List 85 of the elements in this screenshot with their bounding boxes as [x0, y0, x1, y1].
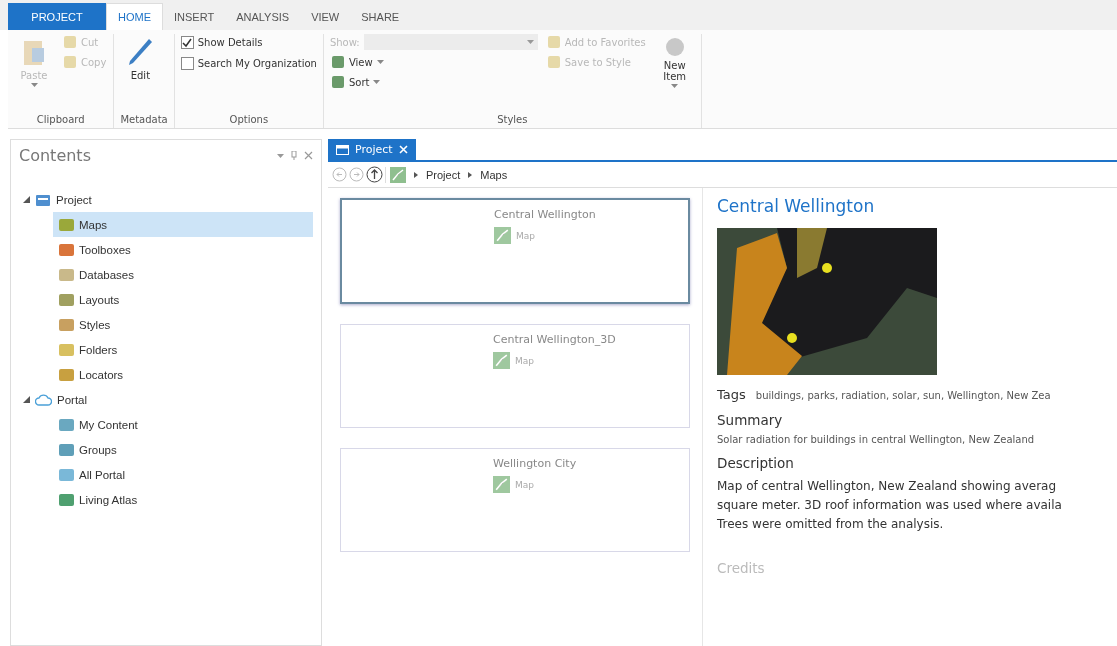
- pane-title: Contents: [19, 146, 91, 165]
- caret-icon: [526, 40, 534, 44]
- tool-icon: [63, 35, 77, 49]
- tool-icon: [63, 55, 77, 69]
- ribbon-button[interactable]: Sort: [329, 74, 538, 90]
- cloud-icon: [35, 392, 52, 407]
- tree-item[interactable]: Folders: [53, 337, 313, 362]
- ribbon-large-button[interactable]: Edit: [120, 34, 161, 83]
- group-label: Metadata: [120, 114, 168, 127]
- pin-icon[interactable]: [291, 151, 297, 160]
- chevron-icon: [468, 171, 473, 178]
- item-name: Central Wellington_3D: [493, 333, 617, 346]
- dropdown-label: Show:: [329, 36, 360, 48]
- description-line: square meter. 3D roof information was used where availa: [717, 497, 1063, 514]
- checkbox-label: Show Details: [197, 37, 263, 48]
- checkbox[interactable]: [180, 36, 194, 49]
- ribbon-button[interactable]: View: [329, 54, 538, 70]
- tool-icon: [330, 55, 345, 69]
- tree-item[interactable]: All Portal: [53, 462, 313, 487]
- breadcrumb-item[interactable]: Project: [426, 168, 461, 181]
- item-type: Map: [515, 479, 534, 490]
- caret-icon: [376, 60, 384, 64]
- item-type: Map: [516, 230, 535, 241]
- tree-item[interactable]: Maps: [53, 212, 313, 237]
- tree-item[interactable]: Portal: [57, 393, 88, 406]
- ribbon-tab[interactable]: VIEW: [300, 3, 351, 30]
- folder-icon: [35, 192, 51, 207]
- tree-item[interactable]: Locators: [53, 362, 313, 387]
- tree-item[interactable]: Databases: [53, 262, 313, 287]
- tags-text: buildings, parks, radiation, solar, sun, Wellington, New Zea: [755, 390, 1051, 401]
- section-heading: Summary: [717, 412, 784, 428]
- map-icon: [493, 476, 510, 493]
- tool-icon: [546, 55, 561, 69]
- checkbox-label: Search My Organization: [197, 58, 317, 69]
- tags-label: Tags: [717, 387, 746, 402]
- ribbon-tab[interactable]: HOME: [106, 3, 163, 30]
- close-icon[interactable]: [304, 151, 313, 160]
- tree-item[interactable]: My Content: [53, 412, 313, 437]
- group-label: Styles: [496, 114, 529, 127]
- window-icon: [336, 144, 349, 155]
- ribbon-tab[interactable]: SHARE: [350, 3, 411, 30]
- map-icon: [390, 166, 406, 183]
- section-heading: Credits: [717, 560, 766, 576]
- tool-icon: [546, 35, 561, 49]
- section-heading: Description: [717, 455, 795, 471]
- tree-item[interactable]: Toolboxes: [53, 237, 313, 262]
- back-icon[interactable]: [332, 167, 347, 182]
- up-icon[interactable]: [366, 166, 383, 183]
- ribbon-tab[interactable]: ANALYSIS: [225, 3, 301, 30]
- item-name: Wellington City: [493, 457, 578, 470]
- breadcrumb-bar[interactable]: Project Maps: [385, 166, 508, 183]
- group-label: Options: [228, 114, 270, 127]
- ribbon-tab[interactable]: INSERT: [163, 3, 226, 30]
- description-line: Trees were omitted from the analysis.: [717, 516, 945, 533]
- expand-triangle-icon[interactable]: [23, 196, 30, 203]
- item-card[interactable]: Central Wellington_3D Map: [340, 324, 690, 428]
- tree-item[interactable]: Groups: [53, 437, 313, 462]
- tree-item[interactable]: Living Atlas: [53, 487, 313, 512]
- map-icon: [494, 227, 511, 244]
- caret-icon: [30, 83, 38, 87]
- map-icon: [493, 352, 510, 369]
- caret-icon: [671, 84, 679, 88]
- expand-triangle-icon[interactable]: [23, 396, 30, 403]
- description-line: Map of central Wellington, New Zealand showing averag: [717, 478, 1058, 495]
- item-card[interactable]: Wellington City Map: [340, 448, 690, 552]
- ribbon-tab[interactable]: PROJECT: [8, 3, 106, 30]
- item-type: Map: [515, 355, 534, 366]
- document-tab[interactable]: Project: [328, 139, 416, 160]
- item-name: Central Wellington: [494, 208, 597, 221]
- item-title: Central Wellington: [717, 196, 876, 216]
- dropdown-field[interactable]: [363, 34, 538, 50]
- chevron-icon: [414, 171, 418, 178]
- menu-caret-icon[interactable]: [277, 153, 284, 158]
- tree-item[interactable]: Project: [56, 193, 92, 206]
- summary-text: Solar radiation for buildings in central Wellington, New Zealand: [717, 434, 1036, 445]
- checkbox[interactable]: [180, 57, 194, 70]
- tree-item[interactable]: Styles: [53, 312, 313, 337]
- caret-icon: [373, 80, 381, 84]
- group-label: Clipboard: [35, 114, 86, 127]
- tool-icon: [330, 75, 345, 89]
- tree-item[interactable]: Layouts: [53, 287, 313, 312]
- item-card[interactable]: Central Wellington Map: [340, 198, 690, 304]
- ribbon-large-button[interactable]: New Item: [654, 34, 695, 90]
- circle-icon: [663, 36, 686, 58]
- breadcrumb-item[interactable]: Maps: [480, 168, 508, 181]
